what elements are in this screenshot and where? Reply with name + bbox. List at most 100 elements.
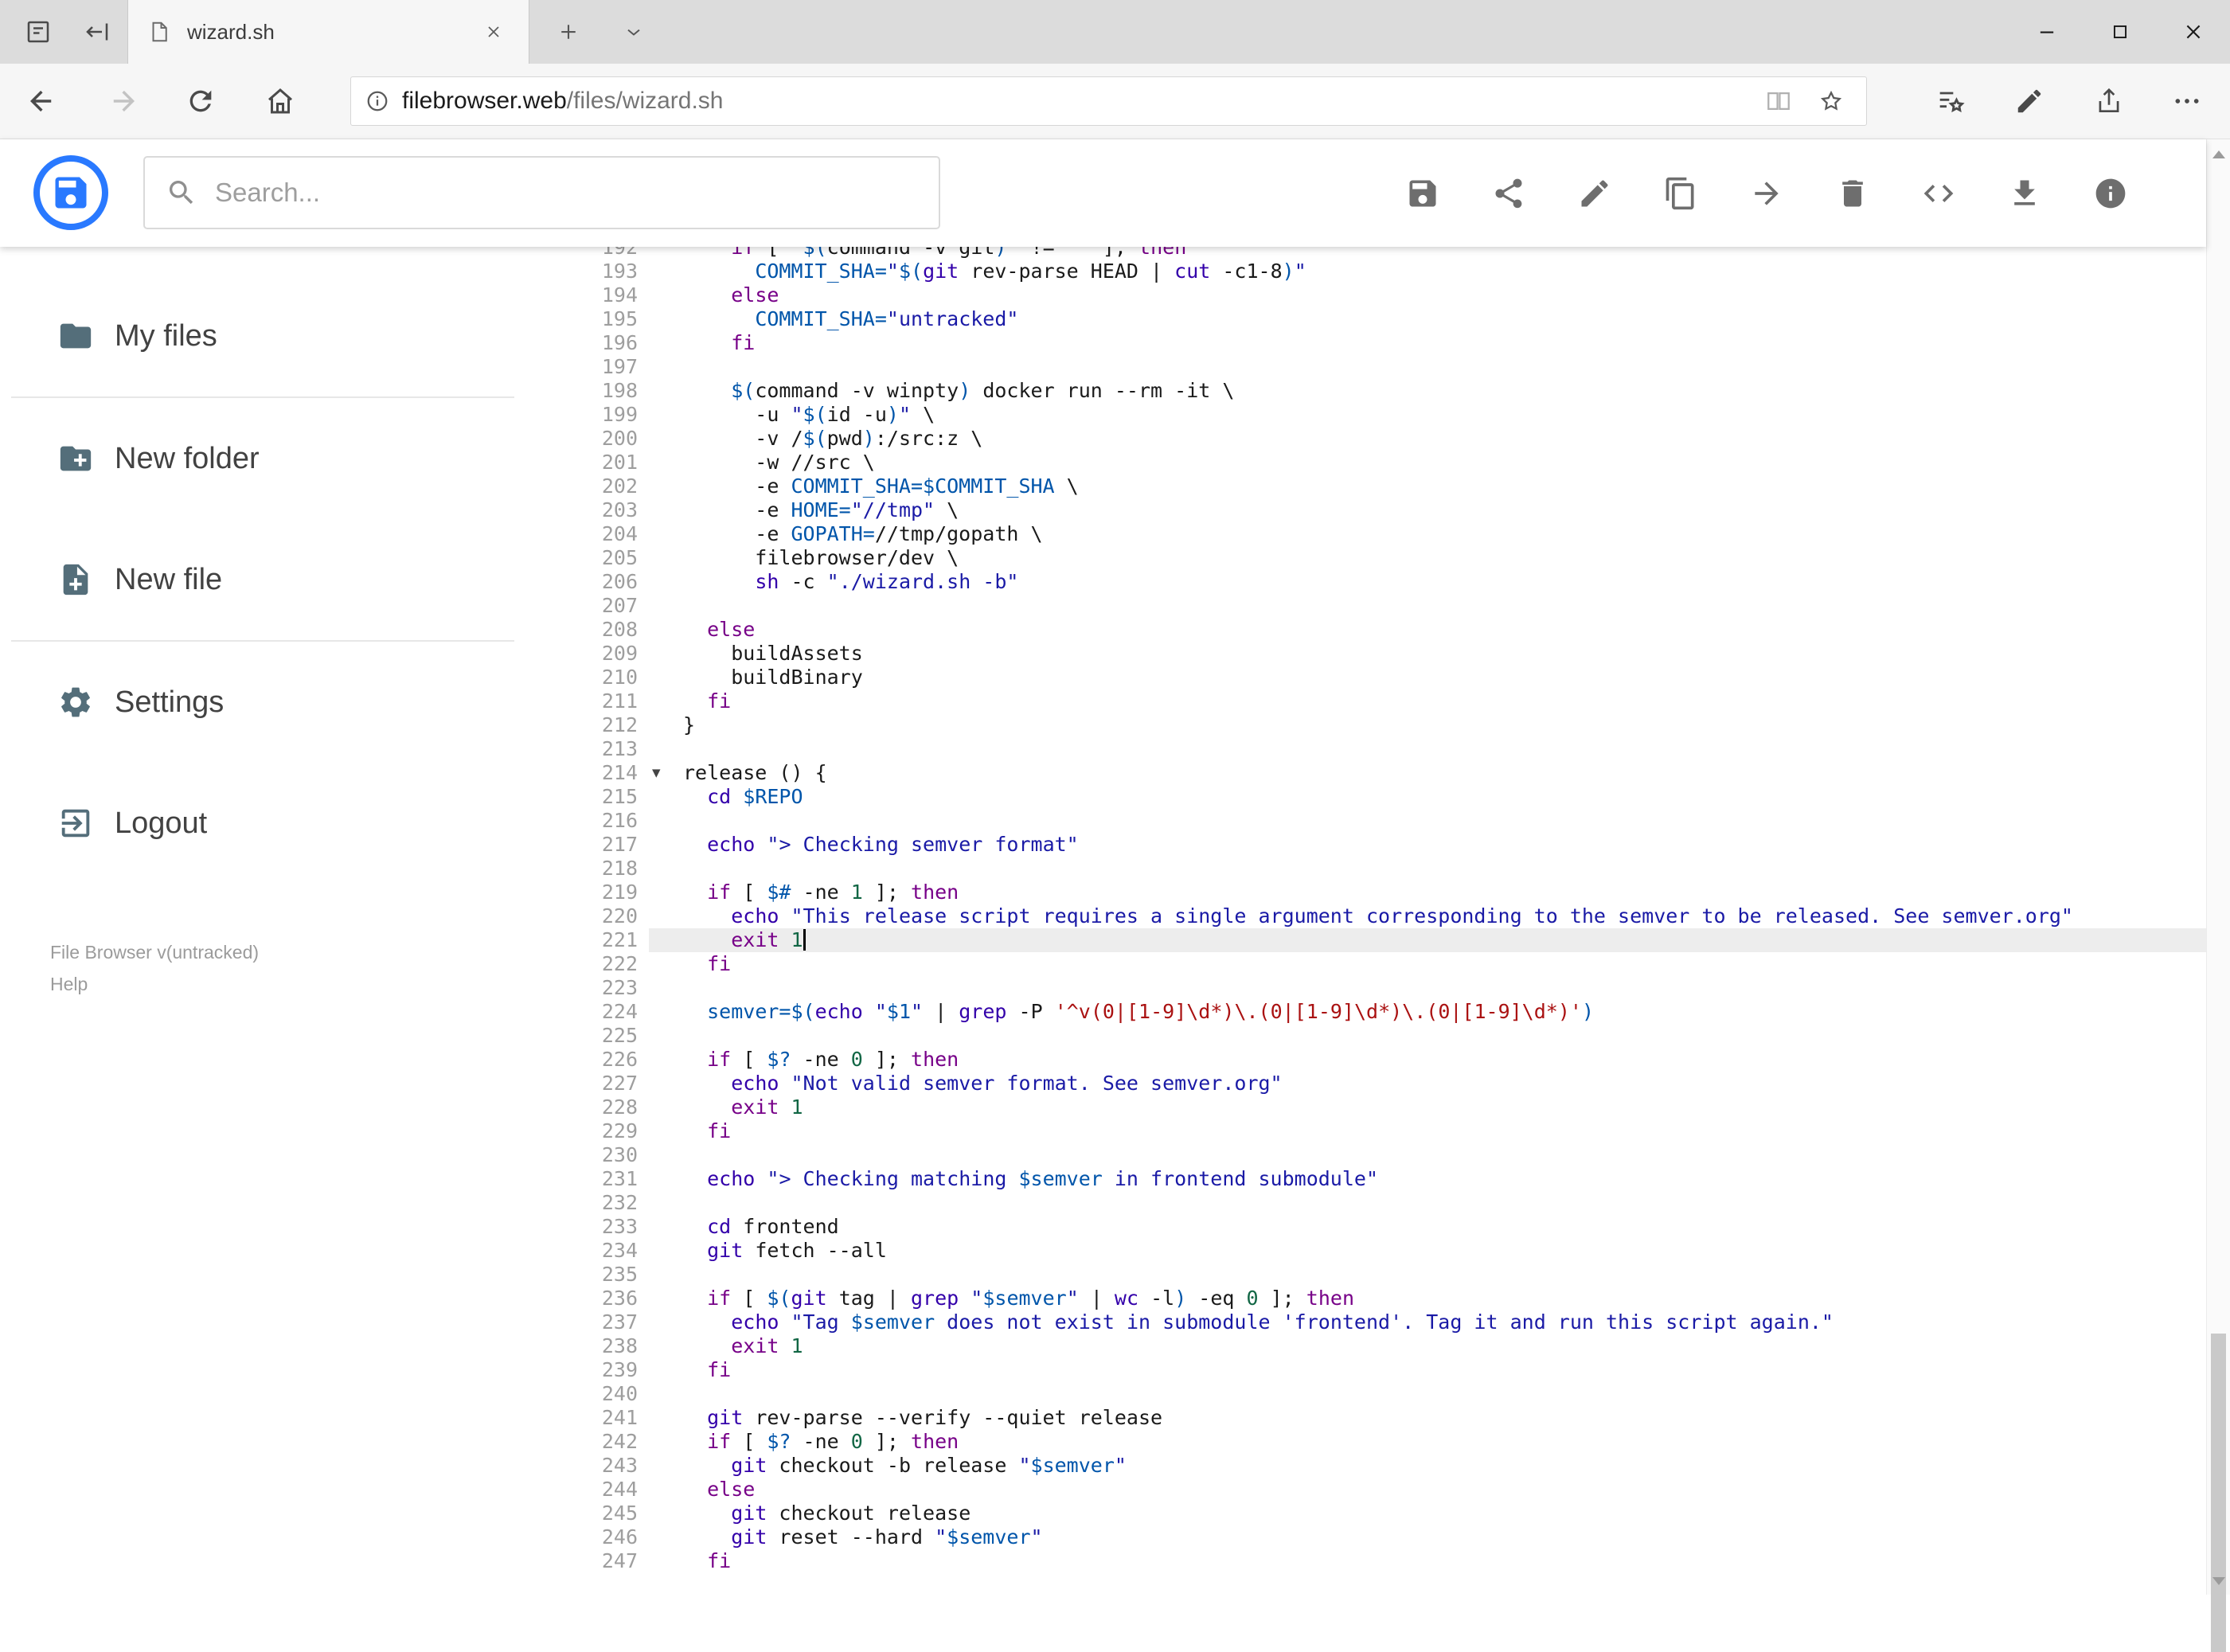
code-line[interactable]: 230 xyxy=(569,1143,2206,1167)
code-line[interactable]: 235 xyxy=(569,1263,2206,1287)
code-text[interactable]: echo "Tag $semver does not exist in subm… xyxy=(683,1310,2206,1334)
site-info-icon[interactable] xyxy=(365,89,389,113)
line-number[interactable]: 203 xyxy=(569,498,649,522)
line-number[interactable]: 234 xyxy=(569,1239,649,1263)
code-line[interactable]: 192 if [ "$(command -v git)" != "" ]; th… xyxy=(569,247,2206,260)
line-number[interactable]: 208 xyxy=(569,618,649,642)
line-number[interactable]: 219 xyxy=(569,881,649,904)
line-number[interactable]: 237 xyxy=(569,1310,649,1334)
line-number[interactable]: 228 xyxy=(569,1095,649,1119)
line-number[interactable]: 235 xyxy=(569,1263,649,1287)
code-text[interactable]: buildAssets xyxy=(683,642,2206,666)
code-line[interactable]: 246 git reset --hard "$semver" xyxy=(569,1525,2206,1549)
code-line[interactable]: 245 git checkout release xyxy=(569,1502,2206,1525)
line-number[interactable]: 210 xyxy=(569,666,649,689)
window-close-button[interactable] xyxy=(2157,0,2230,64)
line-number[interactable]: 205 xyxy=(569,546,649,570)
code-text[interactable]: echo "Not valid semver format. See semve… xyxy=(683,1072,2206,1095)
code-line[interactable]: 241 git rev-parse --verify --quiet relea… xyxy=(569,1406,2206,1430)
code-line[interactable]: 221 exit 1 xyxy=(569,928,2206,952)
code-text[interactable]: if [ $(git tag | grep "$semver" | wc -l)… xyxy=(683,1287,2206,1310)
code-text[interactable] xyxy=(683,355,2206,379)
code-line[interactable]: 209 buildAssets xyxy=(569,642,2206,666)
code-text[interactable]: fi xyxy=(683,1549,2206,1573)
code-line[interactable]: 198 $(command -v winpty) docker run --rm… xyxy=(569,379,2206,403)
code-line[interactable]: 204 -e GOPATH=//tmp/gopath \ xyxy=(569,522,2206,546)
line-number[interactable]: 231 xyxy=(569,1167,649,1191)
line-number[interactable]: 221 xyxy=(569,928,649,952)
code-text[interactable] xyxy=(683,1382,2206,1406)
line-number[interactable]: 245 xyxy=(569,1502,649,1525)
line-number[interactable]: 216 xyxy=(569,809,649,833)
code-text[interactable]: fi xyxy=(683,952,2206,976)
code-text[interactable]: fi xyxy=(683,1358,2206,1382)
code-text[interactable] xyxy=(683,594,2206,618)
code-line[interactable]: 234 git fetch --all xyxy=(569,1239,2206,1263)
line-number[interactable]: 244 xyxy=(569,1478,649,1502)
line-number[interactable]: 194 xyxy=(569,283,649,307)
code-line[interactable]: 233 cd frontend xyxy=(569,1215,2206,1239)
code-line[interactable]: 231 echo "> Checking matching $semver in… xyxy=(569,1167,2206,1191)
line-number[interactable]: 240 xyxy=(569,1382,649,1406)
code-text[interactable]: buildBinary xyxy=(683,666,2206,689)
code-line[interactable]: 237 echo "Tag $semver does not exist in … xyxy=(569,1310,2206,1334)
code-text[interactable]: COMMIT_SHA="untracked" xyxy=(683,307,2206,331)
back-button[interactable] xyxy=(16,76,67,126)
line-number[interactable]: 223 xyxy=(569,976,649,1000)
sidebar-item-my-files[interactable]: My files xyxy=(0,275,569,396)
code-line[interactable]: 218 xyxy=(569,857,2206,881)
code-line[interactable]: 214▾release () { xyxy=(569,761,2206,785)
code-text[interactable]: -v /$(pwd):/src:z \ xyxy=(683,427,2206,451)
code-line[interactable]: 205 filebrowser/dev \ xyxy=(569,546,2206,570)
forward-button[interactable] xyxy=(98,76,149,126)
code-text[interactable]: cd frontend xyxy=(683,1215,2206,1239)
code-line[interactable]: 247 fi xyxy=(569,1549,2206,1573)
info-button[interactable] xyxy=(2093,176,2128,211)
line-number[interactable]: 217 xyxy=(569,833,649,857)
code-line[interactable]: 240 xyxy=(569,1382,2206,1406)
code-text[interactable] xyxy=(683,809,2206,833)
code-view-button[interactable] xyxy=(1921,176,1956,211)
search-bar[interactable] xyxy=(143,156,940,229)
code-line[interactable]: 243 git checkout -b release "$semver" xyxy=(569,1454,2206,1478)
line-number[interactable]: 197 xyxy=(569,355,649,379)
code-line[interactable]: 208 else xyxy=(569,618,2206,642)
code-text[interactable]: -e GOPATH=//tmp/gopath \ xyxy=(683,522,2206,546)
tab-close-icon[interactable] xyxy=(478,16,510,48)
scrollbar-up-arrow-icon[interactable] xyxy=(2212,150,2225,158)
line-number[interactable]: 227 xyxy=(569,1072,649,1095)
tabs-preview-icon[interactable] xyxy=(73,8,121,56)
code-line[interactable]: 197 xyxy=(569,355,2206,379)
new-tab-button[interactable] xyxy=(546,10,591,54)
code-text[interactable]: fi xyxy=(683,1119,2206,1143)
code-line[interactable]: 220 echo "This release script requires a… xyxy=(569,904,2206,928)
code-text[interactable] xyxy=(683,1143,2206,1167)
code-line[interactable]: 195 COMMIT_SHA="untracked" xyxy=(569,307,2206,331)
code-text[interactable]: echo "> Checking matching $semver in fro… xyxy=(683,1167,2206,1191)
code-text[interactable]: -u "$(id -u)" \ xyxy=(683,403,2206,427)
code-line[interactable]: 225 xyxy=(569,1024,2206,1048)
sidebar-item-settings[interactable]: Settings xyxy=(0,642,569,763)
code-text[interactable]: git fetch --all xyxy=(683,1239,2206,1263)
code-text[interactable]: fi xyxy=(683,689,2206,713)
line-number[interactable]: 192 xyxy=(569,247,649,260)
share-button[interactable] xyxy=(2084,76,2134,126)
code-text[interactable]: exit 1 xyxy=(683,1095,2206,1119)
address-bar[interactable]: filebrowser.web/files/wizard.sh xyxy=(350,76,1867,126)
line-number[interactable]: 241 xyxy=(569,1406,649,1430)
line-number[interactable]: 211 xyxy=(569,689,649,713)
code-text[interactable]: else xyxy=(683,618,2206,642)
sidebar-item-logout[interactable]: Logout xyxy=(0,763,569,884)
sidebar-item-new-folder[interactable]: New folder xyxy=(0,398,569,519)
line-number[interactable]: 224 xyxy=(569,1000,649,1024)
window-minimize-button[interactable] xyxy=(2010,0,2084,64)
code-text[interactable]: git checkout -b release "$semver" xyxy=(683,1454,2206,1478)
code-text[interactable]: fi xyxy=(683,331,2206,355)
code-text[interactable]: -w //src \ xyxy=(683,451,2206,475)
code-line[interactable]: 216 xyxy=(569,809,2206,833)
code-text[interactable]: echo "> Checking semver format" xyxy=(683,833,2206,857)
code-line[interactable]: 236 if [ $(git tag | grep "$semver" | wc… xyxy=(569,1287,2206,1310)
code-text[interactable]: COMMIT_SHA="$(git rev-parse HEAD | cut -… xyxy=(683,260,2206,283)
code-line[interactable]: 215 cd $REPO xyxy=(569,785,2206,809)
line-number[interactable]: 220 xyxy=(569,904,649,928)
